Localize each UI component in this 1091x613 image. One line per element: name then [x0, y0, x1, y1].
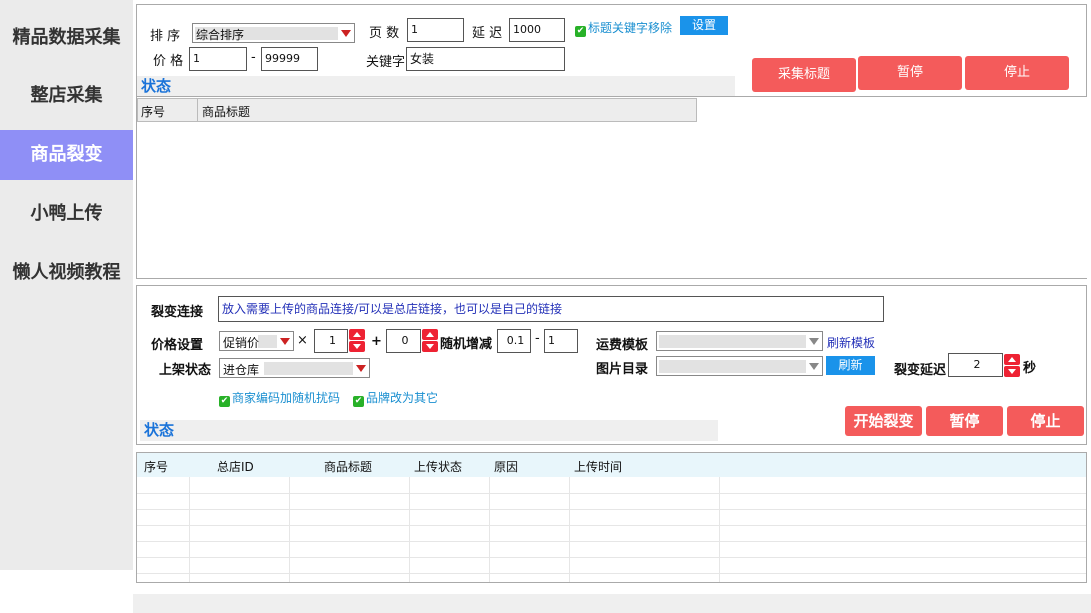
sidebar: 精品数据采集 整店采集 商品裂变 小鸭上传 懒人视频教程	[0, 0, 133, 570]
shipping-select-bg	[659, 335, 806, 348]
chevron-down-icon	[809, 338, 819, 345]
fission-link-label: 裂变连接	[151, 305, 204, 320]
random-dash: -	[535, 331, 540, 346]
checkmark-icon: ✔	[219, 396, 230, 407]
remove-keyword-checkbox[interactable]: ✔ 标题关键字移除	[575, 19, 672, 37]
chevron-down-icon	[809, 363, 819, 370]
price-label: 价 格	[153, 54, 184, 69]
sidebar-item-product-fission[interactable]: 商品裂变	[0, 130, 133, 180]
collect-table-header: 序号 商品标题	[137, 98, 697, 122]
fission-status-title: 状态	[140, 420, 718, 441]
multiplier-stepper[interactable]	[349, 329, 365, 353]
col-header-title: 商品标题	[324, 460, 373, 474]
multiply-sign: ×	[297, 333, 308, 348]
remove-keyword-label: 标题关键字移除	[588, 21, 673, 35]
image-dir-select-bg	[659, 360, 806, 373]
image-dir-select[interactable]	[656, 356, 823, 376]
fission-delay-input[interactable]: 2	[948, 353, 1003, 377]
keyword-label: 关键字	[366, 55, 406, 70]
sidebar-item-shop-collect[interactable]: 整店采集	[0, 71, 133, 121]
random-min-input[interactable]: 0.1	[497, 329, 531, 353]
fission-delay-label: 裂变延迟	[894, 363, 947, 378]
brand-change-label: 品牌改为其它	[366, 391, 439, 405]
fission-results-table: 序号 总店ID 商品标题 上传状态 原因 上传时间	[136, 452, 1087, 583]
random-code-checkbox[interactable]: ✔ 商家编码加随机扰码	[219, 389, 340, 407]
sidebar-item-premium-collect[interactable]: 精品数据采集	[0, 13, 133, 63]
price-min-input[interactable]: 1	[189, 47, 247, 71]
decrement-icon[interactable]	[349, 341, 365, 352]
col-header-reason: 原因	[494, 460, 519, 474]
shipping-template-select[interactable]	[656, 331, 823, 351]
shipping-label: 运费模板	[596, 338, 649, 353]
listing-status-label: 上架状态	[159, 363, 212, 378]
fission-pause-button[interactable]: 暂停	[926, 406, 1003, 436]
increment-icon[interactable]	[349, 329, 365, 340]
col-divider	[197, 99, 198, 121]
collect-status-title: 状态	[137, 76, 735, 96]
fission-link-input[interactable]: 放入需要上传的商品连接/可以是总店链接，也可以是自己的链接	[218, 296, 884, 322]
increment-icon[interactable]	[1004, 354, 1020, 365]
chevron-down-icon	[341, 30, 351, 37]
chevron-down-icon	[356, 365, 366, 372]
addend-input[interactable]: 0	[386, 329, 421, 353]
price-mode-select[interactable]: 促销价	[219, 331, 294, 351]
multiplier-input[interactable]: 1	[314, 329, 348, 353]
start-fission-button[interactable]: 开始裂变	[845, 406, 922, 436]
col-header-index: 序号	[144, 460, 169, 474]
col-header-title: 商品标题	[202, 105, 251, 119]
checkmark-icon: ✔	[353, 396, 364, 407]
sort-select[interactable]: 综合排序	[192, 23, 355, 43]
fission-stop-button[interactable]: 停止	[1007, 406, 1084, 436]
listing-status-value: 进仓库	[223, 363, 260, 377]
sort-select-value: 综合排序	[196, 28, 245, 42]
listing-status-select[interactable]: 进仓库	[219, 358, 370, 378]
fission-delay-stepper[interactable]	[1004, 354, 1020, 378]
price-mode-bg	[258, 335, 277, 348]
col-header-shop-id: 总店ID	[217, 460, 254, 474]
image-dir-label: 图片目录	[596, 362, 649, 377]
collect-title-button[interactable]: 采集标题	[752, 58, 856, 92]
refresh-template-link[interactable]: 刷新模板	[827, 334, 875, 351]
delay-input[interactable]: 1000	[509, 18, 565, 42]
collect-results-area	[137, 96, 1087, 278]
collect-pause-button[interactable]: 暂停	[858, 56, 962, 90]
random-code-label: 商家编码加随机扰码	[232, 391, 341, 405]
sidebar-item-video-tutorial[interactable]: 懒人视频教程	[0, 248, 133, 298]
random-max-input[interactable]: 1	[544, 329, 578, 353]
pages-input[interactable]: 1	[407, 18, 464, 42]
price-mode-value: 促销价	[223, 336, 260, 350]
fission-table-header: 序号 总店ID 商品标题 上传状态 原因 上传时间	[137, 453, 1086, 477]
refresh-button[interactable]: 刷新	[826, 356, 875, 375]
seconds-unit: 秒	[1023, 361, 1037, 376]
chevron-down-icon	[280, 338, 290, 345]
sort-label: 排 序	[150, 29, 181, 44]
bottom-status-strip	[133, 594, 1091, 613]
decrement-icon[interactable]	[1004, 366, 1020, 377]
keyword-input[interactable]: 女装	[406, 47, 565, 71]
price-setting-label: 价格设置	[151, 338, 204, 353]
increment-icon[interactable]	[422, 329, 438, 340]
table-grid-lines	[137, 477, 1086, 582]
brand-change-checkbox[interactable]: ✔ 品牌改为其它	[353, 389, 438, 407]
settings-button[interactable]: 设置	[680, 16, 728, 35]
random-label: 随机增减	[440, 337, 493, 352]
plus-sign: +	[371, 334, 382, 349]
col-header-upload-time: 上传时间	[574, 460, 623, 474]
pages-label: 页 数	[369, 26, 400, 41]
col-header-index: 序号	[141, 105, 166, 119]
price-max-input[interactable]: 99999	[261, 47, 318, 71]
decrement-icon[interactable]	[422, 341, 438, 352]
listing-select-bg	[264, 362, 353, 375]
checkmark-icon: ✔	[575, 26, 586, 37]
delay-label: 延 迟	[472, 26, 503, 41]
col-header-upload-status: 上传状态	[414, 460, 463, 474]
collect-stop-button[interactable]: 停止	[965, 56, 1069, 90]
price-dash: -	[251, 50, 256, 65]
addend-stepper[interactable]	[422, 329, 438, 353]
sidebar-item-duck-upload[interactable]: 小鸭上传	[0, 189, 133, 239]
